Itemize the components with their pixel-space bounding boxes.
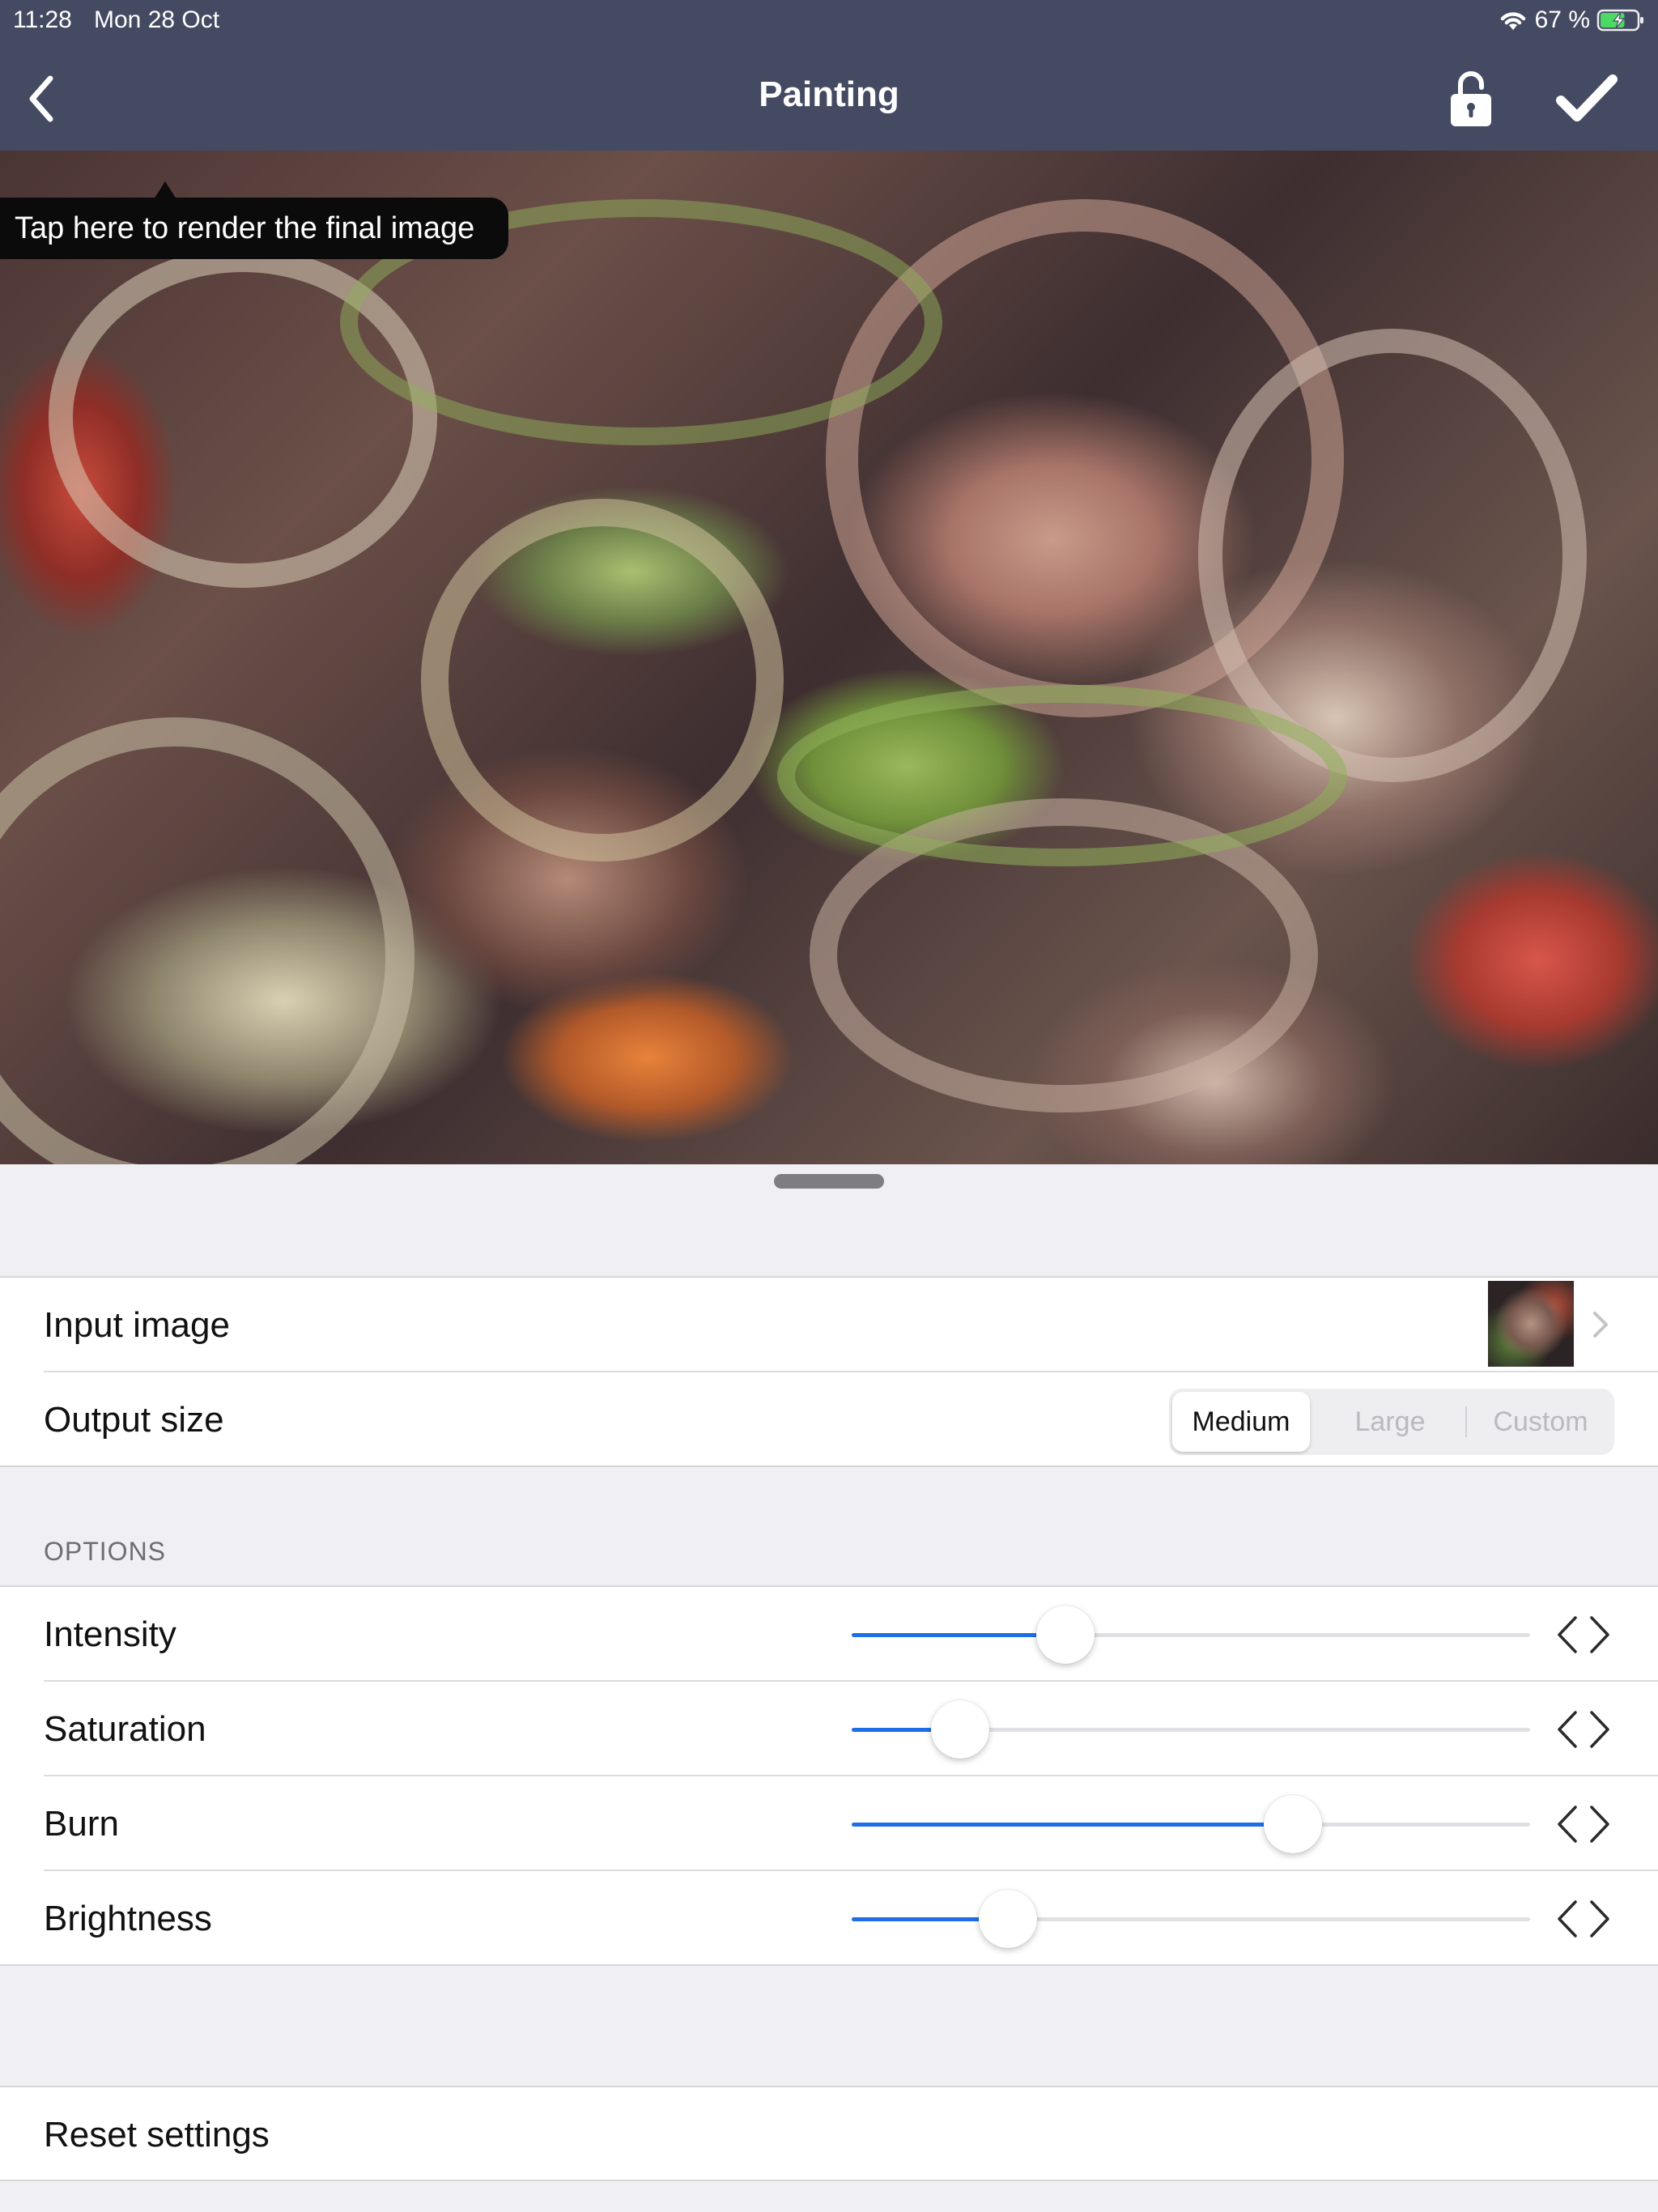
output-size-row: Output size Medium Large Custom xyxy=(0,1372,1658,1467)
input-image-thumbnail xyxy=(1488,1281,1574,1367)
burn-row: Burn xyxy=(0,1776,1658,1871)
stepper-arrows-icon[interactable] xyxy=(1551,1895,1616,1942)
saturation-row: Saturation xyxy=(0,1682,1658,1776)
slider-knob[interactable] xyxy=(931,1700,990,1759)
reset-group: Reset settings xyxy=(0,2086,1658,2181)
paint-swirl xyxy=(421,499,784,861)
confirm-button[interactable] xyxy=(1554,71,1619,126)
segment-custom[interactable]: Custom xyxy=(1470,1392,1611,1452)
input-image-label: Input image xyxy=(44,1305,230,1345)
intensity-slider[interactable] xyxy=(852,1606,1530,1664)
saturation-label: Saturation xyxy=(44,1709,206,1749)
brightness-label: Brightness xyxy=(44,1899,212,1938)
slider-fill xyxy=(852,1823,1293,1827)
segment-divider xyxy=(1465,1406,1467,1437)
painting-preview[interactable] xyxy=(0,151,1658,1164)
stepper-arrows-icon[interactable] xyxy=(1551,1706,1616,1753)
navigation-header: 11:28 Mon 28 Oct 67 % Painting xyxy=(0,0,1658,151)
slider-fill xyxy=(852,1633,1065,1637)
image-settings-group: Input image Output size Medium Large Cus… xyxy=(0,1276,1658,1467)
wifi-icon xyxy=(1498,8,1528,32)
slider-knob[interactable] xyxy=(978,1890,1037,1948)
battery-percentage: 67 % xyxy=(1534,6,1590,33)
segment-large[interactable]: Large xyxy=(1321,1392,1459,1452)
output-size-segmented-control[interactable]: Medium Large Custom xyxy=(1169,1389,1614,1455)
status-time: 11:28 xyxy=(13,6,72,33)
chevron-right-icon xyxy=(1593,1312,1608,1338)
unlock-icon xyxy=(1451,71,1491,126)
burn-slider[interactable] xyxy=(852,1795,1530,1853)
intensity-label: Intensity xyxy=(44,1614,176,1654)
segment-medium[interactable]: Medium xyxy=(1172,1392,1310,1452)
reset-settings-row[interactable]: Reset settings xyxy=(0,2087,1658,2182)
page-title: Painting xyxy=(759,74,899,114)
saturation-slider[interactable] xyxy=(852,1700,1530,1759)
sheet-drag-handle[interactable] xyxy=(774,1174,884,1189)
reset-settings-label: Reset settings xyxy=(44,2115,270,2155)
paint-swirl xyxy=(0,717,414,1164)
unlock-button[interactable] xyxy=(1446,68,1496,128)
burn-label: Burn xyxy=(44,1804,119,1844)
options-section-header: OPTIONS xyxy=(44,1537,167,1566)
battery-charging-icon xyxy=(1596,8,1645,32)
brightness-slider[interactable] xyxy=(852,1890,1530,1948)
stepper-arrows-icon[interactable] xyxy=(1551,1611,1616,1658)
stepper-arrows-icon[interactable] xyxy=(1551,1801,1616,1848)
tooltip-arrow xyxy=(154,181,176,199)
brightness-row: Brightness xyxy=(0,1871,1658,1966)
status-indicators: 67 % xyxy=(1498,6,1645,34)
options-group: Intensity Saturation Burn Brightness xyxy=(0,1585,1658,1966)
paint-swirl xyxy=(777,685,1347,866)
slider-knob[interactable] xyxy=(1263,1795,1322,1853)
slider-knob[interactable] xyxy=(1035,1606,1095,1664)
render-tooltip[interactable]: Tap here to render the final image xyxy=(0,198,509,259)
input-image-row[interactable]: Input image xyxy=(0,1278,1658,1372)
status-date: Mon 28 Oct xyxy=(94,6,220,33)
checkmark-icon xyxy=(1556,74,1618,121)
intensity-row: Intensity xyxy=(0,1587,1658,1682)
output-size-label: Output size xyxy=(44,1400,224,1440)
